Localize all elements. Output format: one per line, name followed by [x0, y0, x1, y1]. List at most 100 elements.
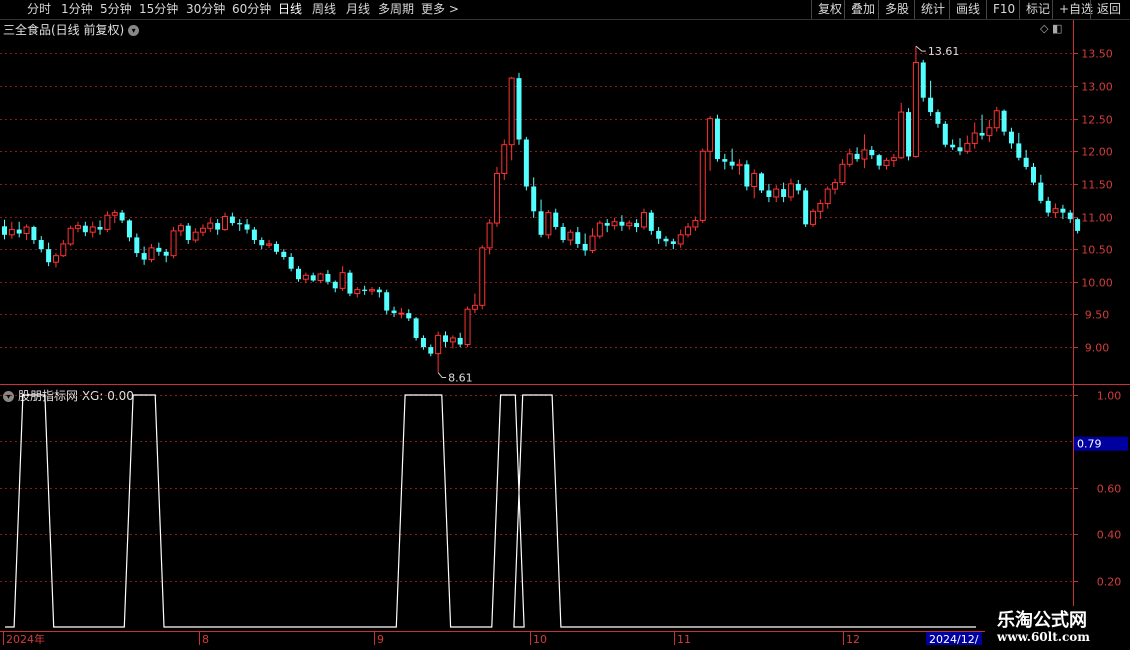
- candle-down: [141, 253, 147, 260]
- candle-down: [950, 144, 956, 148]
- diamond-icon[interactable]: ◇: [1040, 22, 1048, 35]
- candle-down: [759, 173, 765, 191]
- chart-title: 三全食品(日线 前复权) ▾: [3, 21, 140, 38]
- candle-down: [1031, 166, 1036, 183]
- candle-up: [861, 149, 868, 160]
- candle-up: [207, 222, 214, 229]
- candle-down: [634, 223, 640, 227]
- candle-up: [302, 274, 309, 280]
- candle-down: [523, 139, 529, 187]
- candle-up: [170, 230, 177, 257]
- toolbar-button-7[interactable]: +自选: [1052, 0, 1093, 19]
- period-tab-0[interactable]: 分时: [27, 2, 51, 17]
- candle-up: [898, 111, 905, 159]
- candle-down: [928, 97, 934, 113]
- candle-up: [177, 225, 184, 232]
- low-marker-arrow: [437, 372, 447, 379]
- candle-down: [251, 229, 257, 241]
- candle-down: [1075, 219, 1081, 231]
- period-tab-2[interactable]: 5分钟: [100, 2, 132, 17]
- candle-down: [362, 289, 368, 291]
- candle-down: [619, 221, 625, 226]
- candle-up: [846, 153, 853, 165]
- candle-down: [575, 232, 581, 244]
- candle-down: [1038, 182, 1044, 201]
- candle-up: [464, 308, 471, 345]
- candle-up: [817, 202, 824, 212]
- candle-down: [457, 337, 463, 345]
- high-marker-label: 13.61: [928, 45, 960, 58]
- price-tick-label: 13.00: [1081, 81, 1113, 94]
- current-date-box: [926, 632, 982, 645]
- period-tab-9[interactable]: 多周期: [378, 2, 414, 17]
- chevron-down-icon[interactable]: ▾: [128, 25, 140, 36]
- candle-down: [259, 240, 265, 246]
- candle-down: [722, 159, 728, 162]
- candle-down: [1060, 208, 1066, 213]
- period-tab-10[interactable]: 更多 >: [421, 2, 459, 17]
- time-tick-label: 8: [202, 633, 209, 646]
- period-tab-4[interactable]: 30分钟: [186, 2, 225, 17]
- candle-up: [8, 229, 15, 236]
- candle-down: [920, 62, 926, 98]
- candle-up: [52, 255, 59, 263]
- candle-up: [626, 222, 633, 227]
- candle-up: [589, 235, 596, 251]
- candle-up: [545, 212, 552, 236]
- candle-up: [199, 227, 206, 233]
- candle-up: [493, 172, 500, 224]
- indicator-title-text: 股朋指标网 XG: 0.00: [18, 389, 134, 403]
- period-tab-6[interactable]: 日线: [278, 2, 302, 17]
- candle-down: [656, 230, 662, 239]
- candle-up: [736, 163, 743, 167]
- candle-down: [979, 132, 985, 136]
- toolbar-button-5[interactable]: F10: [986, 0, 1015, 19]
- candle-up: [317, 273, 324, 282]
- candle-down: [1008, 131, 1014, 144]
- toolbar-button-1[interactable]: 叠加: [844, 0, 875, 19]
- candle-up: [398, 312, 405, 315]
- candle-down: [582, 243, 588, 251]
- candle-down: [729, 161, 735, 166]
- price-tick-label: 12.00: [1081, 146, 1113, 159]
- candle-down: [1016, 143, 1022, 158]
- candle-down: [296, 268, 301, 280]
- toolbar-button-8[interactable]: 返回: [1090, 0, 1121, 19]
- watermark-url: www.60lt.com: [997, 630, 1090, 644]
- candle-up: [192, 231, 199, 241]
- price-tick-label: 9.50: [1085, 309, 1110, 322]
- toolbar-button-4[interactable]: 画线: [949, 0, 980, 19]
- candle-down: [1001, 110, 1007, 132]
- candlestick-chart[interactable]: 9.00 9.50 10.00 10.50 11.00 11.50 12.00 12.50 13…: [0, 0, 1130, 650]
- candle-down: [803, 190, 809, 225]
- candle-up: [707, 118, 714, 152]
- toolbar-button-2[interactable]: 多股: [878, 0, 909, 19]
- indicator-tick-label: 0.20: [1097, 576, 1122, 589]
- period-tab-7[interactable]: 周线: [312, 2, 336, 17]
- candle-up: [369, 289, 375, 292]
- candle-up: [751, 172, 758, 187]
- candle-up: [986, 127, 993, 137]
- toolbar-button-6[interactable]: 标记: [1019, 0, 1050, 19]
- candle-up: [339, 272, 346, 289]
- panel-toggle-icon[interactable]: ◧: [1052, 22, 1062, 35]
- price-tick-label: 12.50: [1081, 114, 1113, 127]
- low-marker-label: 8.61: [448, 372, 473, 385]
- period-tab-5[interactable]: 60分钟: [232, 2, 271, 17]
- candle-down: [531, 186, 537, 212]
- indicator-tick-label: 1.00: [1097, 390, 1122, 403]
- candle-up: [839, 163, 846, 184]
- candle-up: [912, 61, 919, 157]
- stock-title-text: 三全食品(日线 前复权): [3, 23, 125, 37]
- period-tab-8[interactable]: 月线: [346, 2, 370, 17]
- chevron-down-icon[interactable]: ▾: [3, 391, 14, 402]
- xg-signal-line: [5, 394, 976, 628]
- price-tick-label: 9.00: [1085, 342, 1110, 355]
- candle-up: [354, 289, 361, 295]
- candle-down: [229, 216, 235, 224]
- candle-up: [23, 226, 30, 235]
- period-tab-1[interactable]: 1分钟: [61, 2, 93, 17]
- toolbar-button-0[interactable]: 复权: [811, 0, 842, 19]
- period-tab-3[interactable]: 15分钟: [139, 2, 178, 17]
- toolbar-button-3[interactable]: 统计: [914, 0, 945, 19]
